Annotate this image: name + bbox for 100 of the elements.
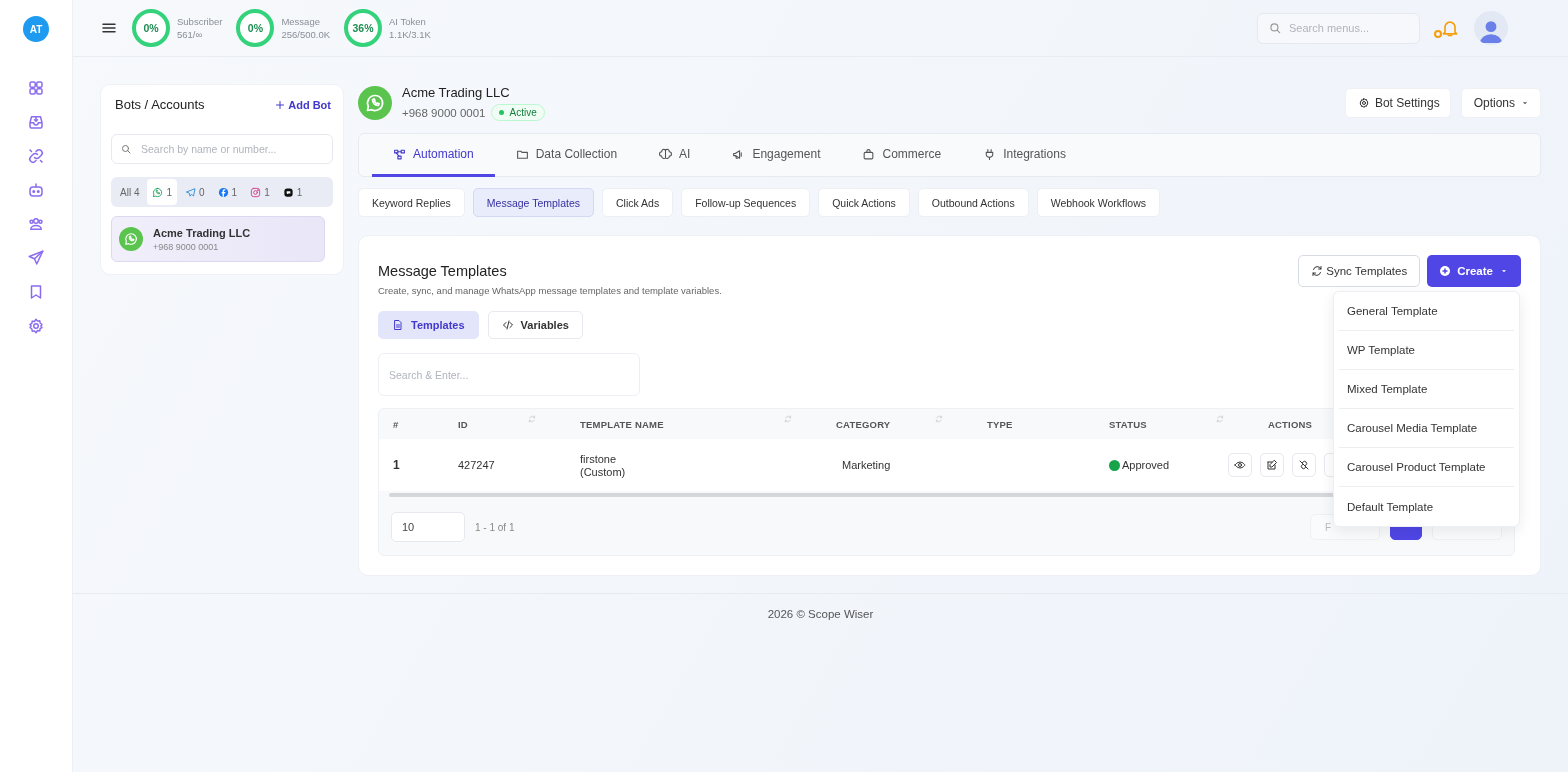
link-icon[interactable] [27,147,45,165]
column-header[interactable]: STATUS [1109,418,1147,430]
create-button[interactable]: Create [1427,255,1521,287]
bot-phone: +968 9000 0001 [402,106,486,119]
view-button[interactable] [1228,453,1252,477]
subtab[interactable]: Webhook Workflows [1036,188,1160,217]
panel-title: Bots / Accounts [115,97,205,112]
usage-ring: 36% [344,9,383,47]
menu-item[interactable]: General Template [1339,292,1514,331]
users-icon[interactable] [27,215,45,233]
usage-ring: 0% [236,9,275,47]
sync-templates-button[interactable]: Sync Templates [1298,255,1421,287]
filter-tab[interactable]: 0 [180,179,210,205]
inbox-icon[interactable] [27,113,45,131]
instagram-icon [250,186,262,198]
filter-tab[interactable]: 1 [277,179,308,205]
send-icon[interactable] [27,249,45,267]
subtab[interactable]: Message Templates [472,188,594,217]
search-icon [1268,20,1282,35]
whatsapp-icon [152,186,164,198]
chat-icon [282,186,294,198]
subtab[interactable]: Outbound Actions [917,188,1029,217]
whatsapp-icon [365,93,385,113]
account-name: Acme Trading LLC [153,226,251,239]
filter-tab[interactable]: 1 [212,179,243,205]
unlink-icon [1298,459,1310,471]
status-badge: Active [491,104,545,121]
options-button[interactable]: Options [1460,88,1541,118]
usage-label: AI Token [389,16,427,27]
subtab[interactable]: Follow-up Sequences [681,188,811,217]
file-icon [392,319,404,331]
column-header[interactable]: ACTIONS [1268,418,1313,430]
bot-settings-button[interactable]: Bot Settings [1344,88,1451,118]
plus-circle-icon [1439,265,1452,277]
robot-icon[interactable] [27,181,45,199]
table-cell: 427247 [458,459,495,471]
view-tab[interactable]: Variables [487,311,583,339]
tab[interactable]: Integrations [962,134,1087,177]
plus-icon [274,98,287,111]
menu-item[interactable]: WP Template [1339,331,1514,370]
search-icon [120,143,132,155]
dashboard-icon[interactable] [27,79,45,97]
table-cell: 1 [393,458,400,472]
usage-value: 1.1K/3.1K [389,29,431,40]
filter-tab[interactable]: 1 [147,179,178,205]
subtab[interactable]: Keyword Replies [358,188,465,217]
person-icon [1478,18,1504,44]
tab[interactable]: Data Collection [494,134,639,177]
notification-dot [1434,30,1442,38]
template-note: (Custom) [580,465,626,478]
usage-label: Message [281,16,321,27]
edit-icon [1266,459,1278,471]
usage-value: 561/∞ [177,29,204,40]
view-icon [1234,459,1246,471]
subtab[interactable]: Click Ads [602,188,674,217]
account-phone: +968 9000 0001 [153,241,220,252]
column-header[interactable]: CATEGORY [836,418,891,430]
sync-icon [1311,265,1324,277]
card-description: Create, sync, and manage WhatsApp message templates and template variables. [378,285,722,296]
filter-tab[interactable]: All 4 [115,179,145,205]
bot-name: Acme Trading LLC [402,85,511,100]
footer-text: 2026 © Scope Wiser [767,608,874,622]
code-icon [501,319,514,331]
tab[interactable]: Engagement [711,134,842,177]
filter-tab[interactable]: 1 [245,179,275,205]
column-header[interactable]: # [393,418,399,430]
status-text: Approved [1122,459,1170,471]
table-cell-text: Marketing [841,459,891,471]
template-name: firstone [580,452,617,465]
view-tab[interactable]: Templates [378,311,479,339]
whatsapp-icon [124,232,138,246]
facebook-icon [217,186,229,198]
add-bot-button[interactable]: Add Bot [274,98,331,111]
settings-icon[interactable] [27,317,45,335]
flow-icon [393,147,406,161]
search-field[interactable]: Search by name or number... [111,134,333,164]
account-item[interactable]: Acme Trading LLC +968 9000 0001 [111,216,325,262]
menu-item[interactable]: Mixed Template [1339,370,1514,409]
column-header[interactable]: TYPE [987,418,1013,430]
usage-value: 256/500.0K [281,29,331,40]
profile-avatar[interactable] [1474,11,1508,45]
unlink-button[interactable] [1292,453,1316,477]
card-title: Message Templates [378,263,508,279]
search-field[interactable]: Search & Enter... [378,353,640,396]
usage-label: Subscriber [177,16,223,27]
menu-item[interactable]: Carousel Product Template [1339,448,1514,487]
gear-icon [1357,97,1370,109]
tab[interactable]: Automation [372,134,495,177]
search-field[interactable]: Search menus... [1257,12,1420,44]
bell-icon[interactable] [1440,18,1460,38]
column-header[interactable]: TEMPLATE NAME [580,418,664,430]
edit-button[interactable] [1260,453,1284,477]
telegram-icon [185,186,197,198]
page-size-field[interactable]: 10 [391,512,465,542]
subtab[interactable]: Quick Actions [818,188,910,217]
menu-item[interactable]: Carousel Media Template [1339,409,1514,448]
column-header[interactable]: ID [458,418,468,430]
tab[interactable]: AI [638,134,712,177]
tab[interactable]: Commerce [841,134,963,177]
bag-icon [862,147,876,161]
